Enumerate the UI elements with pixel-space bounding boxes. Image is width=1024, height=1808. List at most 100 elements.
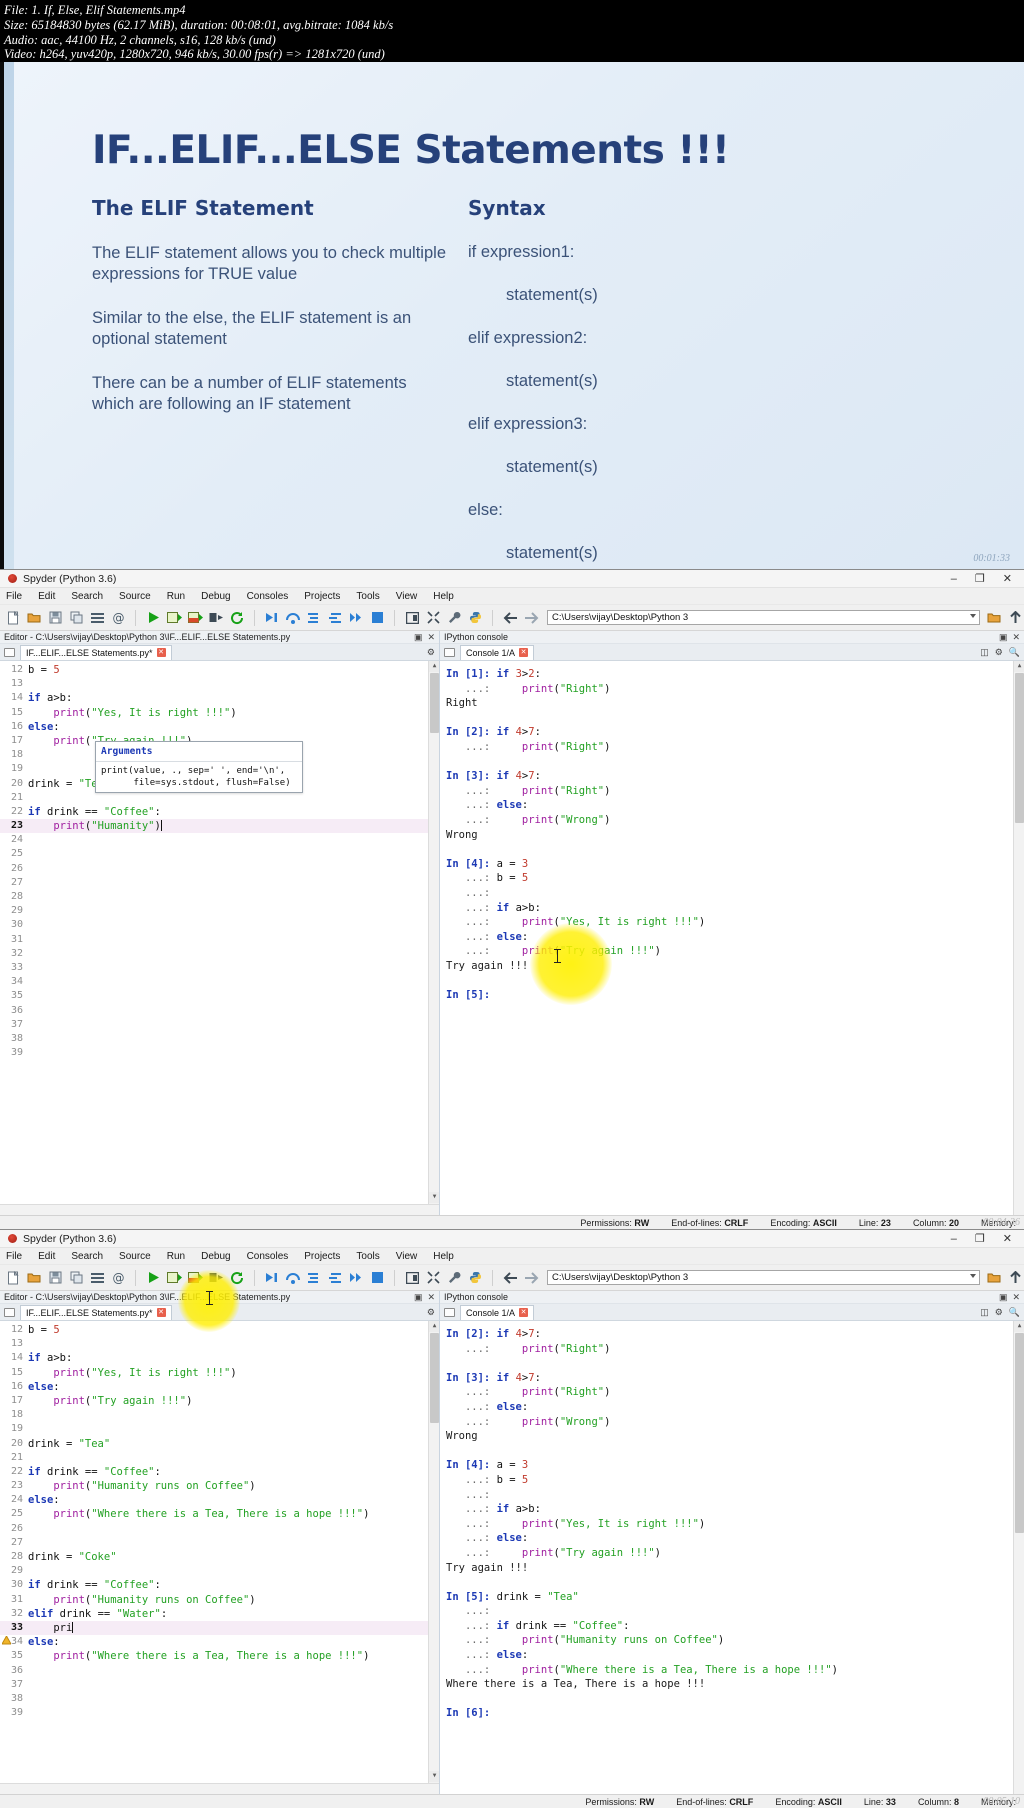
console-tab-active[interactable]: Console 1/A ✕ xyxy=(460,644,535,660)
editor-line[interactable]: 33 xyxy=(0,961,439,975)
stop-icon[interactable] xyxy=(368,609,386,627)
menu-projects[interactable]: Projects xyxy=(304,591,340,602)
undock-icon[interactable]: ▣ xyxy=(414,632,423,643)
editor-line[interactable]: 37 xyxy=(0,1678,439,1692)
editor-line[interactable]: 12 b = 5 xyxy=(0,1323,439,1337)
maximize-button[interactable]: ❐ xyxy=(975,573,985,585)
console-output-area-2[interactable]: In [2]: if 4>7: ...: print("Right") In [3… xyxy=(440,1321,1024,1794)
wrench-icon-2[interactable] xyxy=(445,1269,463,1287)
run-selection-icon[interactable] xyxy=(207,609,225,627)
new-file-icon[interactable] xyxy=(4,609,22,627)
python-icon[interactable] xyxy=(466,609,484,627)
console-search-icon[interactable]: 🔍 xyxy=(1009,647,1020,658)
fullscreen-icon[interactable] xyxy=(424,609,442,627)
editor-line[interactable]: 16 else: xyxy=(0,720,439,734)
editor-line[interactable]: 31 print("Humanity runs on Coffee") xyxy=(0,1593,439,1607)
fullscreen-icon-2[interactable] xyxy=(424,1269,442,1287)
menu-consoles[interactable]: Consoles xyxy=(247,591,289,602)
editor-line[interactable]: 25 xyxy=(0,847,439,861)
menu-source-2[interactable]: Source xyxy=(119,1251,151,1262)
console-vertical-scrollbar[interactable]: ▲ xyxy=(1013,661,1024,1215)
console-close-tab-icon[interactable]: ✕ xyxy=(519,648,529,657)
menu-view[interactable]: View xyxy=(396,591,418,602)
editor-line[interactable]: 35 print("Where there is a Tea, There is… xyxy=(0,1649,439,1663)
editor-line[interactable]: 30 if drink == "Coffee": xyxy=(0,1578,439,1592)
maximize-button-2[interactable]: ❐ xyxy=(975,1233,985,1245)
editor-scroll-thumb-2[interactable] xyxy=(430,1333,439,1423)
step-over-icon-2[interactable] xyxy=(284,1269,302,1287)
console-scroll-thumb-2[interactable] xyxy=(1015,1333,1024,1533)
editor-line[interactable]: 26 xyxy=(0,862,439,876)
editor-line[interactable]: 17 print("Try again !!!") xyxy=(0,1394,439,1408)
console-split-icon[interactable]: ◫ xyxy=(980,647,989,658)
run-icon[interactable] xyxy=(144,609,162,627)
browse-folder-icon[interactable] xyxy=(985,609,1003,627)
console-search-icon-2[interactable]: 🔍 xyxy=(1009,1307,1020,1318)
python-icon-2[interactable] xyxy=(466,1269,484,1287)
editor-line[interactable]: 36 xyxy=(0,1664,439,1678)
editor-line[interactable]: 15 print("Yes, It is right !!!") xyxy=(0,706,439,720)
arrow-right-icon[interactable] xyxy=(522,609,540,627)
save-all-icon-2[interactable] xyxy=(67,1269,85,1287)
editor-line[interactable]: 15 print("Yes, It is right !!!") xyxy=(0,1366,439,1380)
menu-tools-2[interactable]: Tools xyxy=(356,1251,379,1262)
chevron-down-icon[interactable] xyxy=(970,614,976,618)
editor-line[interactable]: 38 xyxy=(0,1032,439,1046)
editor-line[interactable]: 25 print("Where there is a Tea, There is… xyxy=(0,1507,439,1521)
menu-edit-2[interactable]: Edit xyxy=(38,1251,55,1262)
editor-line[interactable]: 37 xyxy=(0,1018,439,1032)
menu-search-2[interactable]: Search xyxy=(71,1251,103,1262)
debug-icon-2[interactable] xyxy=(263,1269,281,1287)
close-pane-icon-2[interactable]: ✕ xyxy=(427,1292,435,1303)
editor-line[interactable]: 20 drink = "Tea" xyxy=(0,1437,439,1451)
menu-projects-2[interactable]: Projects xyxy=(304,1251,340,1262)
editor-line[interactable]: 28 drink = "Coke" xyxy=(0,1550,439,1564)
editor-line[interactable]: 18 xyxy=(0,1408,439,1422)
editor-line[interactable]: 36 xyxy=(0,1004,439,1018)
editor-tab-active-2[interactable]: IF...ELIF...ELSE Statements.py* ✕ xyxy=(20,1304,172,1320)
console-close-pane-icon[interactable]: ✕ xyxy=(1012,632,1020,643)
scroll-up-arrow-icon-2[interactable]: ▲ xyxy=(429,1321,439,1332)
editor-horizontal-scrollbar-2[interactable] xyxy=(0,1783,439,1794)
editor-line[interactable]: 22 if drink == "Coffee": xyxy=(0,805,439,819)
at-icon-2[interactable]: @ xyxy=(109,1269,127,1287)
wrench-icon[interactable] xyxy=(445,609,463,627)
save-icon[interactable] xyxy=(46,609,64,627)
close-tab-icon-2[interactable]: ✕ xyxy=(156,1308,166,1317)
editor-line[interactable]: 39 xyxy=(0,1046,439,1060)
arrow-left-icon[interactable] xyxy=(501,609,519,627)
menu-run-2[interactable]: Run xyxy=(167,1251,185,1262)
console-options-icon-2[interactable]: ⚙ xyxy=(995,1307,1003,1318)
scroll-down-arrow-icon[interactable]: ▼ xyxy=(429,1192,439,1203)
console-undock-icon[interactable]: ▣ xyxy=(999,632,1008,643)
rerun-icon[interactable] xyxy=(228,609,246,627)
editor-line[interactable]: 38 xyxy=(0,1692,439,1706)
menu-consoles-2[interactable]: Consoles xyxy=(247,1251,289,1262)
editor-line[interactable]: 30 xyxy=(0,918,439,932)
editor-line[interactable]: 24 xyxy=(0,833,439,847)
arrow-up-icon-2[interactable] xyxy=(1006,1269,1024,1287)
editor-line[interactable]: 12 b = 5 xyxy=(0,663,439,677)
menu-help-2[interactable]: Help xyxy=(433,1251,454,1262)
menu-tools[interactable]: Tools xyxy=(356,591,379,602)
step-over-icon[interactable] xyxy=(284,609,302,627)
menu-run[interactable]: Run xyxy=(167,591,185,602)
arrow-right-icon-2[interactable] xyxy=(522,1269,540,1287)
list-icon[interactable] xyxy=(88,609,106,627)
editor-line[interactable]: 29 xyxy=(0,1564,439,1578)
editor-code-area-2[interactable]: 12 b = 5 13 14 if a>b: 15 print("Yes, It is r… xyxy=(0,1321,439,1794)
continue-icon-2[interactable] xyxy=(347,1269,365,1287)
run-selection-icon-2[interactable] xyxy=(207,1269,225,1287)
minimize-button[interactable]: – xyxy=(951,573,957,585)
close-button[interactable]: ✕ xyxy=(1003,573,1012,585)
maximize-pane-icon[interactable] xyxy=(403,609,421,627)
warning-triangle-icon[interactable] xyxy=(1,1635,12,1645)
console-tab-active-2[interactable]: Console 1/A ✕ xyxy=(460,1304,535,1320)
editor-line[interactable]: 31 xyxy=(0,933,439,947)
console-scroll-up-arrow-icon[interactable]: ▲ xyxy=(1014,661,1024,672)
console-scroll-thumb[interactable] xyxy=(1015,673,1024,823)
step-into-icon[interactable] xyxy=(305,609,323,627)
rerun-icon-2[interactable] xyxy=(228,1269,246,1287)
continue-icon[interactable] xyxy=(347,609,365,627)
run-cell-advance-icon-2[interactable] xyxy=(186,1269,204,1287)
